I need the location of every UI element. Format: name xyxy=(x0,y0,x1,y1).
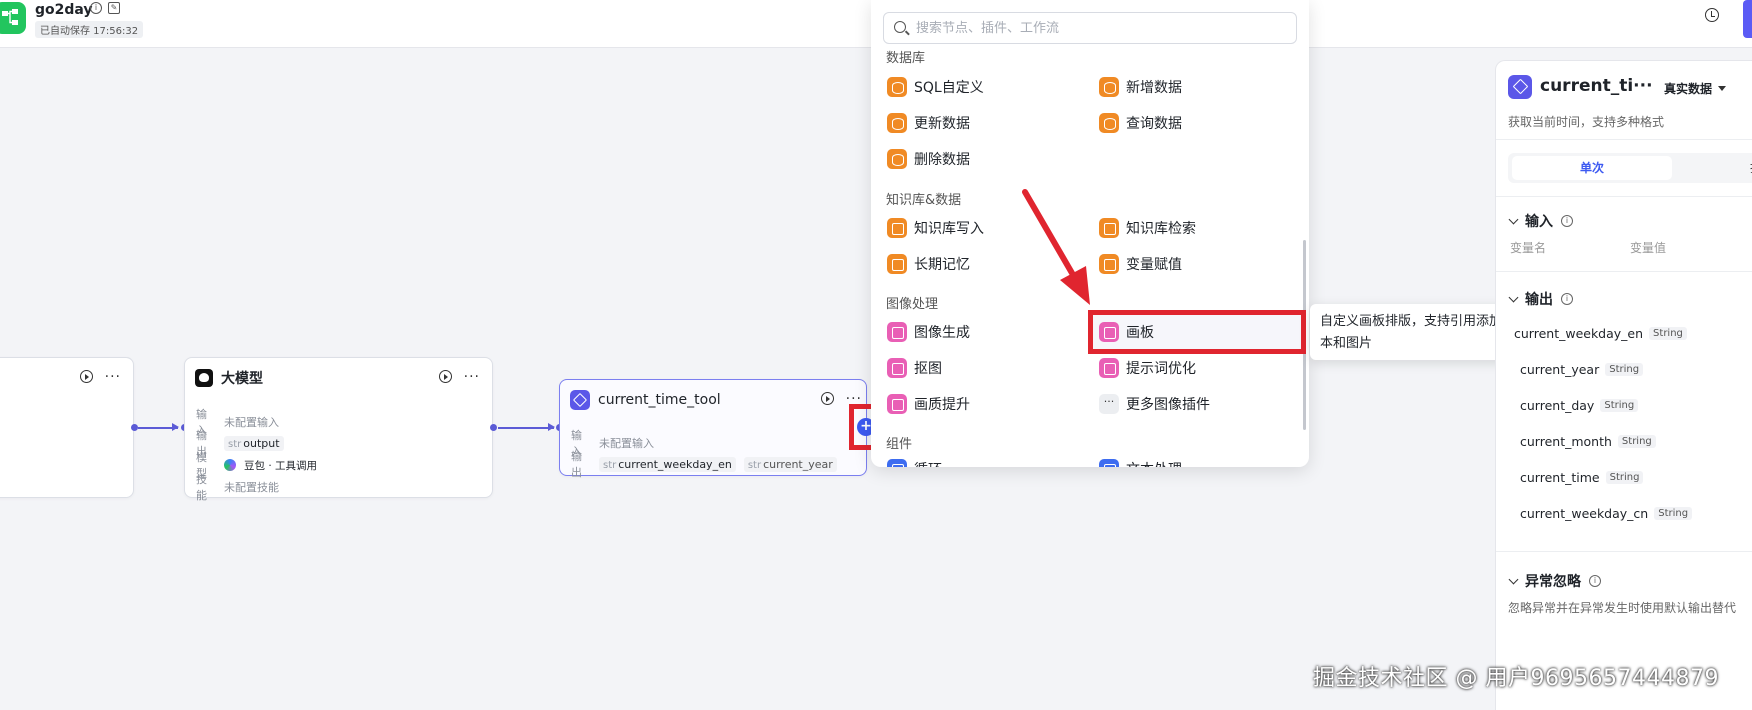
node-item-loop[interactable]: 循环 xyxy=(887,456,942,467)
llm-icon xyxy=(195,369,213,387)
model-logo-icon xyxy=(224,459,236,471)
app-title: go2day xyxy=(35,2,93,18)
node-item-sql[interactable]: SQL自定义 xyxy=(887,74,984,100)
search-box[interactable] xyxy=(883,12,1297,44)
llm-node[interactable]: 大模型 ··· 输入 未配置输入 输出 str output 模型 豆包 · 工具… xyxy=(184,357,493,502)
node-item-query[interactable]: 查询数据 xyxy=(1099,110,1182,136)
more-icon[interactable]: ··· xyxy=(464,370,480,384)
output-port[interactable] xyxy=(131,424,138,431)
history-icon[interactable] xyxy=(1705,8,1719,22)
loop-icon xyxy=(887,459,907,467)
prompt-icon xyxy=(1099,358,1119,378)
hd-icon xyxy=(887,394,907,414)
database-icon xyxy=(887,113,907,133)
data-mode-select[interactable]: 真实数据 xyxy=(1664,80,1727,97)
category-image: 图像处理 xyxy=(886,297,939,312)
workflow-app-icon xyxy=(0,2,26,34)
memory-icon xyxy=(887,254,907,274)
category-database: 数据库 xyxy=(886,51,926,66)
autosave-status: 已自动保存 17:56:32 xyxy=(35,21,144,38)
chevron-down-icon xyxy=(1508,214,1519,224)
run-mode-tabs: 单次 批 xyxy=(1508,153,1752,183)
search-input[interactable] xyxy=(916,18,1286,38)
info-icon: i xyxy=(1561,293,1573,305)
run-node-icon[interactable] xyxy=(438,370,452,383)
node-item-prompt-opt[interactable]: 提示词优化 xyxy=(1099,355,1196,381)
watermark: 掘金技术社区 @ 用户9695657444879 xyxy=(1313,666,1719,691)
node-item-text[interactable]: 文本处理 xyxy=(1099,456,1182,467)
node-item-variable[interactable]: 变量赋值 xyxy=(1099,251,1182,277)
more-icon[interactable]: ··· xyxy=(105,370,121,384)
knowledge-icon xyxy=(887,218,907,238)
info-icon: i xyxy=(1589,575,1601,587)
input-section-header[interactable]: 输入 i xyxy=(1508,211,1573,231)
node-item-kb-write[interactable]: 知识库写入 xyxy=(887,215,984,241)
database-icon xyxy=(1099,113,1119,133)
skill-label: 技能 xyxy=(196,473,207,502)
node-item-enhance[interactable]: 画质提升 xyxy=(887,391,970,417)
node-item-delete[interactable]: 删除数据 xyxy=(887,146,970,172)
run-node-icon[interactable] xyxy=(79,370,93,383)
output-variable: current_time String xyxy=(1520,470,1644,485)
chevron-down-icon xyxy=(1508,292,1519,302)
knowledge-icon xyxy=(1099,218,1119,238)
canvas-icon xyxy=(1099,322,1119,342)
cutout-icon xyxy=(887,358,907,378)
output-section-header[interactable]: 输出 i xyxy=(1508,289,1573,309)
output-variable: current_weekday_cn String xyxy=(1520,506,1693,521)
node-item-insert[interactable]: 新增数据 xyxy=(1099,74,1182,100)
connection-edge xyxy=(498,424,555,430)
node-item-kb-search[interactable]: 知识库检索 xyxy=(1099,215,1196,241)
chevron-down-icon xyxy=(1508,574,1519,584)
database-icon xyxy=(887,149,907,169)
var-value-header: 变量值 xyxy=(1630,241,1667,255)
output-variable: current_day String xyxy=(1520,398,1639,413)
output-variable: current_month String xyxy=(1520,434,1656,449)
node-item-image-gen[interactable]: 图像生成 xyxy=(887,319,970,345)
more-icon[interactable]: ··· xyxy=(846,392,862,406)
category-component: 组件 xyxy=(886,437,913,452)
node-title: current_time_tool xyxy=(598,392,721,408)
node-detail-panel: current_ti··· 真实数据 获取当前时间，支持多种格式 单次 批 输入… xyxy=(1495,60,1752,710)
output-tag: str current_year xyxy=(743,456,837,472)
node-item-cutout[interactable]: 抠图 xyxy=(887,355,942,381)
start-node[interactable]: ··· xyxy=(0,357,134,498)
node-item-canvas[interactable]: 画板 xyxy=(1099,319,1154,345)
edit-icon[interactable]: ✎ xyxy=(108,2,120,14)
database-icon xyxy=(1099,77,1119,97)
node-item-memory[interactable]: 长期记忆 xyxy=(887,251,970,277)
current-time-tool-node[interactable]: current_time_tool ··· 输入 未配置输入 输出 str cur… xyxy=(559,379,867,479)
panel-description: 获取当前时间，支持多种格式 xyxy=(1508,115,1665,129)
output-port[interactable] xyxy=(490,424,497,431)
skill-value: 未配置技能 xyxy=(224,481,279,494)
search-icon xyxy=(894,21,906,33)
image-icon xyxy=(887,322,907,342)
plugin-icon xyxy=(570,390,590,410)
category-knowledge: 知识库&数据 xyxy=(886,193,962,208)
connection-edge xyxy=(138,424,179,430)
publish-button[interactable] xyxy=(1743,0,1752,38)
more-icon: ··· xyxy=(1099,394,1119,414)
plugin-icon xyxy=(1508,75,1532,99)
tab-single[interactable]: 单次 xyxy=(1512,156,1672,180)
annotation-arrow xyxy=(1022,189,1090,305)
node-title: 大模型 xyxy=(221,371,263,387)
output-variable: current_year String xyxy=(1520,362,1644,377)
text-icon xyxy=(1099,459,1119,467)
output-tag: str current_weekday_en xyxy=(599,456,736,472)
output-variable: current_weekday_en String xyxy=(1514,326,1687,341)
output-label: 输出 xyxy=(571,450,582,479)
info-icon[interactable]: i xyxy=(90,2,102,14)
exception-description: 忽略异常并在异常发生时使用默认输出替代 xyxy=(1508,601,1737,615)
info-icon: i xyxy=(1561,215,1573,227)
node-item-update[interactable]: 更新数据 xyxy=(887,110,970,136)
exception-section-header[interactable]: 异常忽略 i xyxy=(1508,571,1601,591)
var-name-header: 变量名 xyxy=(1510,241,1547,255)
chevron-down-icon xyxy=(1718,86,1727,91)
node-item-more-image[interactable]: ··· 更多图像插件 xyxy=(1099,391,1210,417)
run-node-icon[interactable] xyxy=(820,392,834,405)
panel-title: current_ti··· xyxy=(1540,76,1653,96)
variable-icon xyxy=(1099,254,1119,274)
database-icon xyxy=(887,77,907,97)
